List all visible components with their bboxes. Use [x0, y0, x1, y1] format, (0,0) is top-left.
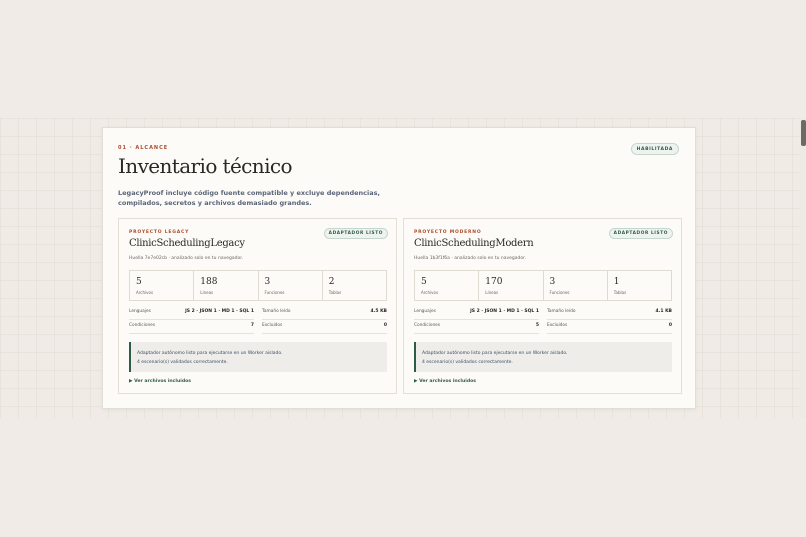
inventory-panel: 01 · ALCANCE HABILITADA Inventario técni…: [102, 127, 696, 409]
languages-value: JS 2 · JSON 1 · MD 1 · SQL 1: [185, 309, 254, 314]
notice-line: Adaptador autónomo listo para ejecutarse…: [422, 351, 568, 356]
stat-label: Tablas: [613, 290, 627, 295]
languages-row: Lenguajes JS 2 · JSON 1 · MD 1 · SQL 1: [129, 309, 254, 320]
excluded-row: Excluidos 0: [262, 323, 387, 334]
notice-line: Adaptador autónomo listo para ejecutarse…: [137, 351, 283, 356]
stat-label: Funciones: [549, 290, 570, 295]
stat-value: 5: [421, 277, 427, 287]
stat-files: 5 Archivos: [130, 271, 195, 300]
languages-label: Lenguajes: [129, 309, 151, 314]
stat-functions: 3 Funciones: [259, 271, 323, 300]
stat-label: Tablas: [328, 290, 342, 295]
adapter-status-badge: ADAPTADOR LISTO: [323, 228, 388, 239]
stat-value: 5: [136, 277, 142, 287]
size-label: Tamaño leído: [262, 309, 291, 314]
stat-value: 170: [485, 277, 503, 287]
stats-grid: 5 Archivos 188 Líneas 3 Funciones 2 Tabl…: [129, 270, 387, 301]
stat-label: Líneas: [200, 290, 214, 295]
stat-value: 3: [549, 277, 556, 287]
project-name: ClinicSchedulingLegacy: [129, 238, 245, 249]
section-description: LegacyProof incluye código fuente compat…: [118, 189, 380, 207]
size-value: 4.5 KB: [370, 309, 387, 314]
conditions-row: Condiciones 7: [129, 323, 254, 334]
page-title: Inventario técnico: [118, 154, 293, 178]
scrollbar-thumb[interactable]: [801, 120, 806, 146]
scrollbar-track[interactable]: [800, 118, 806, 418]
size-row: Tamaño leído 4.5 KB: [262, 309, 387, 320]
languages-row: Lenguajes JS 2 · JSON 1 · MD 1 · SQL 1: [414, 309, 539, 320]
conditions-value: 7: [250, 323, 254, 328]
excluded-label: Excluidos: [262, 323, 283, 328]
stat-label: Archivos: [421, 290, 439, 295]
adapter-status-badge: ADAPTADOR LISTO: [608, 228, 673, 239]
project-card-legacy: PROYECTO LEGACY ADAPTADOR LISTO ClinicSc…: [118, 218, 397, 394]
conditions-label: Condiciones: [129, 323, 156, 328]
excluded-label: Excluidos: [547, 323, 568, 328]
section-eyebrow: 01 · ALCANCE: [118, 145, 169, 151]
show-included-files-toggle[interactable]: ▶ Ver archivos incluidos: [129, 379, 191, 384]
stat-label: Funciones: [264, 290, 285, 295]
section-status-badge: HABILITADA: [630, 143, 679, 155]
notice-line: 4 escenario(s) validados correctamente.: [422, 360, 513, 365]
stat-files: 5 Archivos: [415, 271, 480, 300]
adapter-notice: Adaptador autónomo listo para ejecutarse…: [129, 342, 387, 372]
adapter-notice: Adaptador autónomo listo para ejecutarse…: [414, 342, 672, 372]
excluded-value: 0: [383, 323, 387, 328]
stats-grid: 5 Archivos 170 Líneas 3 Funciones 1 Tabl…: [414, 270, 672, 301]
stat-functions: 3 Funciones: [544, 271, 608, 300]
project-eyebrow: PROYECTO MODERNO: [414, 230, 482, 235]
stat-value: 3: [264, 277, 271, 287]
stat-value: 2: [328, 277, 335, 287]
show-included-files-toggle[interactable]: ▶ Ver archivos incluidos: [414, 379, 476, 384]
languages-label: Lenguajes: [414, 309, 436, 314]
size-row: Tamaño leído 4.1 KB: [547, 309, 672, 320]
conditions-row: Condiciones 5: [414, 323, 539, 334]
project-name: ClinicSchedulingModern: [414, 238, 534, 249]
stat-tables: 2 Tablas: [323, 271, 386, 300]
excluded-value: 0: [668, 323, 672, 328]
size-label: Tamaño leído: [547, 309, 576, 314]
size-value: 4.1 KB: [655, 309, 672, 314]
stat-tables: 1 Tablas: [608, 271, 671, 300]
languages-value: JS 2 · JSON 1 · MD 1 · SQL 1: [470, 309, 539, 314]
stat-value: 1: [613, 277, 620, 287]
notice-line: 4 escenario(s) validados correctamente.: [137, 360, 228, 365]
project-fingerprint: Huella 1b3f1f6a · analizado solo en tu n…: [414, 256, 527, 261]
project-card-modern: PROYECTO MODERNO ADAPTADOR LISTO ClinicS…: [403, 218, 682, 394]
stat-label: Archivos: [136, 290, 154, 295]
conditions-value: 5: [535, 323, 539, 328]
stat-lines: 170 Líneas: [479, 271, 544, 300]
stat-lines: 188 Líneas: [194, 271, 259, 300]
project-fingerprint: Huella 7e7e02cb · analizado solo en tu n…: [129, 256, 244, 261]
conditions-label: Condiciones: [414, 323, 441, 328]
excluded-row: Excluidos 0: [547, 323, 672, 334]
project-eyebrow: PROYECTO LEGACY: [129, 230, 190, 235]
stat-label: Líneas: [485, 290, 499, 295]
stat-value: 188: [200, 277, 218, 287]
